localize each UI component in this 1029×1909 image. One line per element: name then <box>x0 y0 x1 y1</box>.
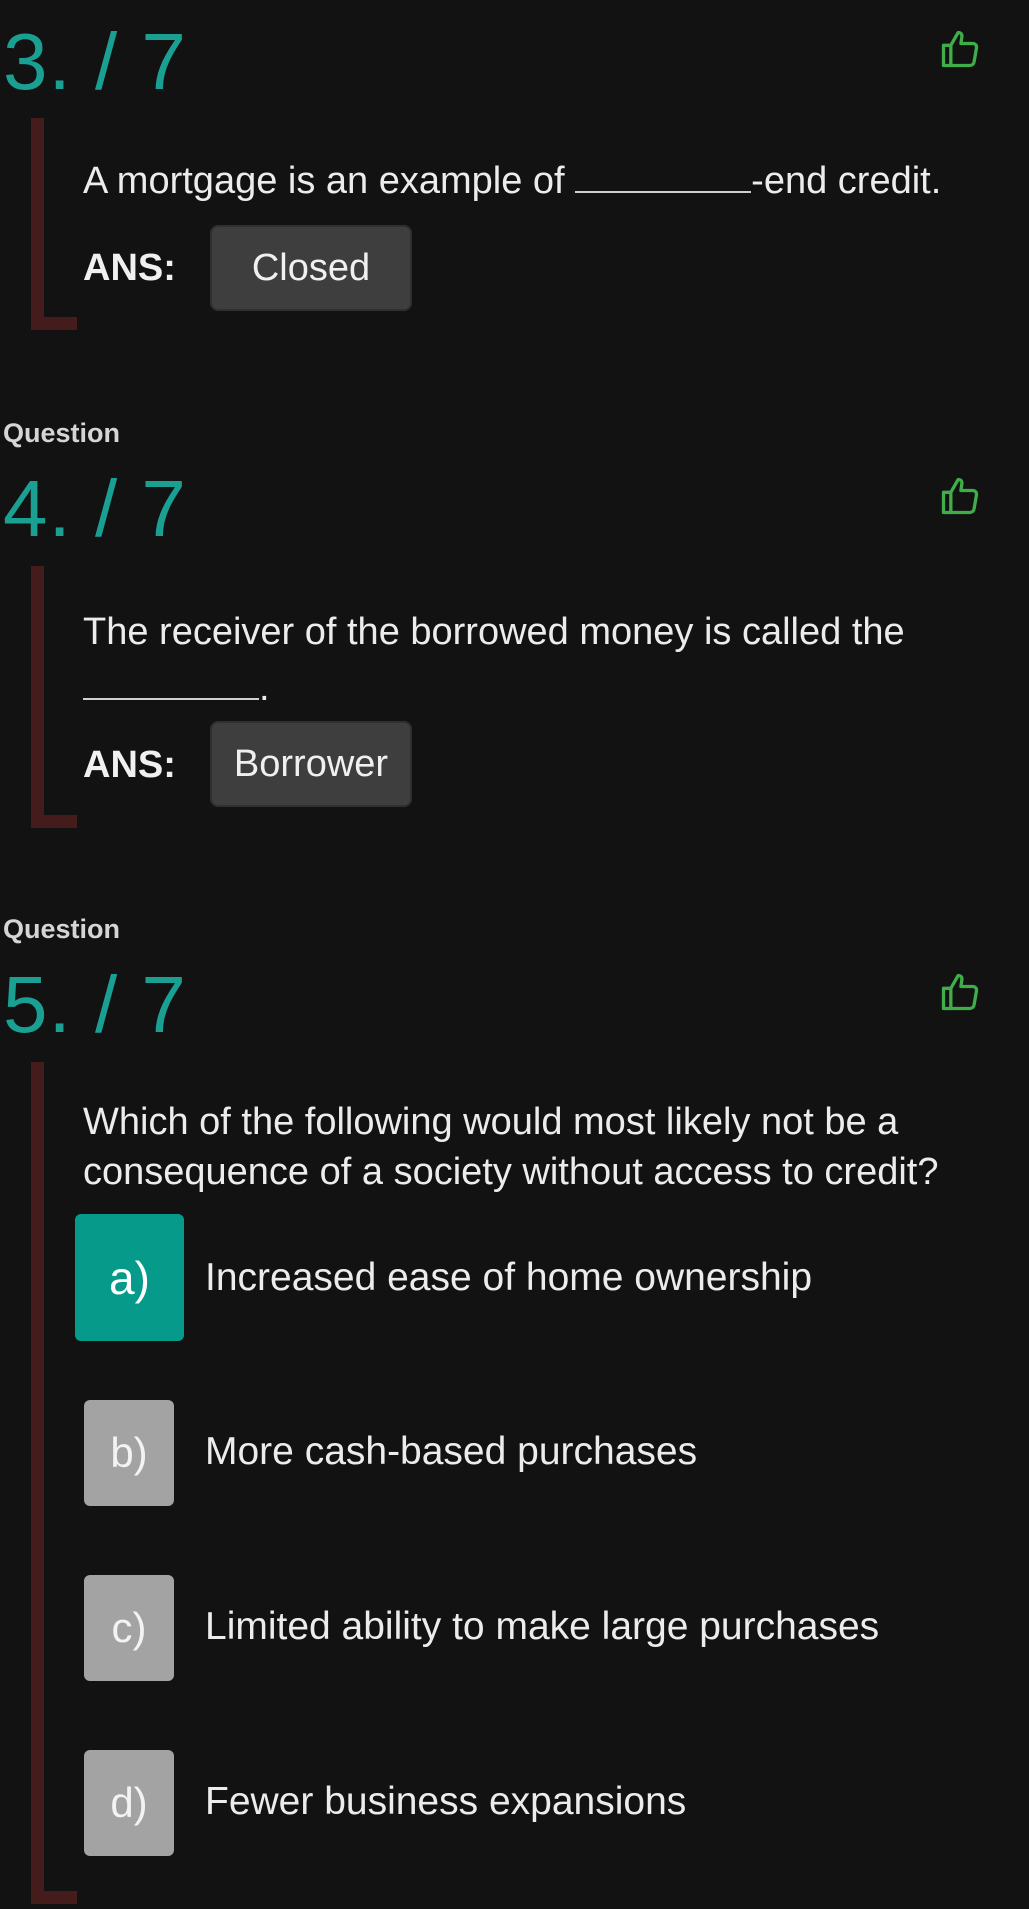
fill-blank <box>83 668 259 700</box>
question-label: Question <box>3 418 121 448</box>
option-letter[interactable]: c) <box>84 1575 174 1681</box>
question-accent-bar <box>31 118 77 330</box>
question-3-block: 3. / 7 A mortgage is an example of -end … <box>0 0 1029 340</box>
option-text[interactable]: Limited ability to make large purchases <box>205 1605 879 1649</box>
question-number: 5. / 7 <box>3 960 187 1049</box>
question-text: A mortgage is an example of -end credit. <box>83 160 942 202</box>
answer-label: ANS: <box>83 744 176 786</box>
question-accent-bar <box>31 1062 77 1904</box>
question-label: Question <box>3 914 121 944</box>
thumbs-up-icon[interactable] <box>938 474 982 518</box>
question-number: 3. / 7 <box>3 17 187 106</box>
option-a[interactable]: a) Increased ease of home ownership <box>75 1214 1015 1341</box>
answer-field[interactable]: Closed <box>210 225 412 311</box>
answer-label: ANS: <box>83 247 176 289</box>
option-letter[interactable]: b) <box>84 1400 174 1506</box>
thumbs-up-icon[interactable] <box>938 970 982 1014</box>
option-d[interactable]: d) Fewer business expansions <box>75 1750 1015 1870</box>
question-number: 4. / 7 <box>3 464 187 553</box>
question-accent-bar <box>31 566 77 828</box>
option-text[interactable]: Increased ease of home ownership <box>205 1256 812 1300</box>
option-letter[interactable]: a) <box>75 1214 184 1341</box>
option-text[interactable]: More cash-based purchases <box>205 1430 697 1474</box>
option-b[interactable]: b) More cash-based purchases <box>75 1400 1015 1520</box>
answer-field[interactable]: Borrower <box>210 721 412 807</box>
option-letter[interactable]: d) <box>84 1750 174 1856</box>
question-text: The receiver of the borrowed money is ca… <box>83 611 905 709</box>
question-text: Which of the following would most likely… <box>83 1101 939 1193</box>
fill-blank <box>575 161 752 193</box>
thumbs-up-icon[interactable] <box>938 27 982 71</box>
option-c[interactable]: c) Limited ability to make large purchas… <box>75 1575 1015 1695</box>
option-text[interactable]: Fewer business expansions <box>205 1780 686 1824</box>
